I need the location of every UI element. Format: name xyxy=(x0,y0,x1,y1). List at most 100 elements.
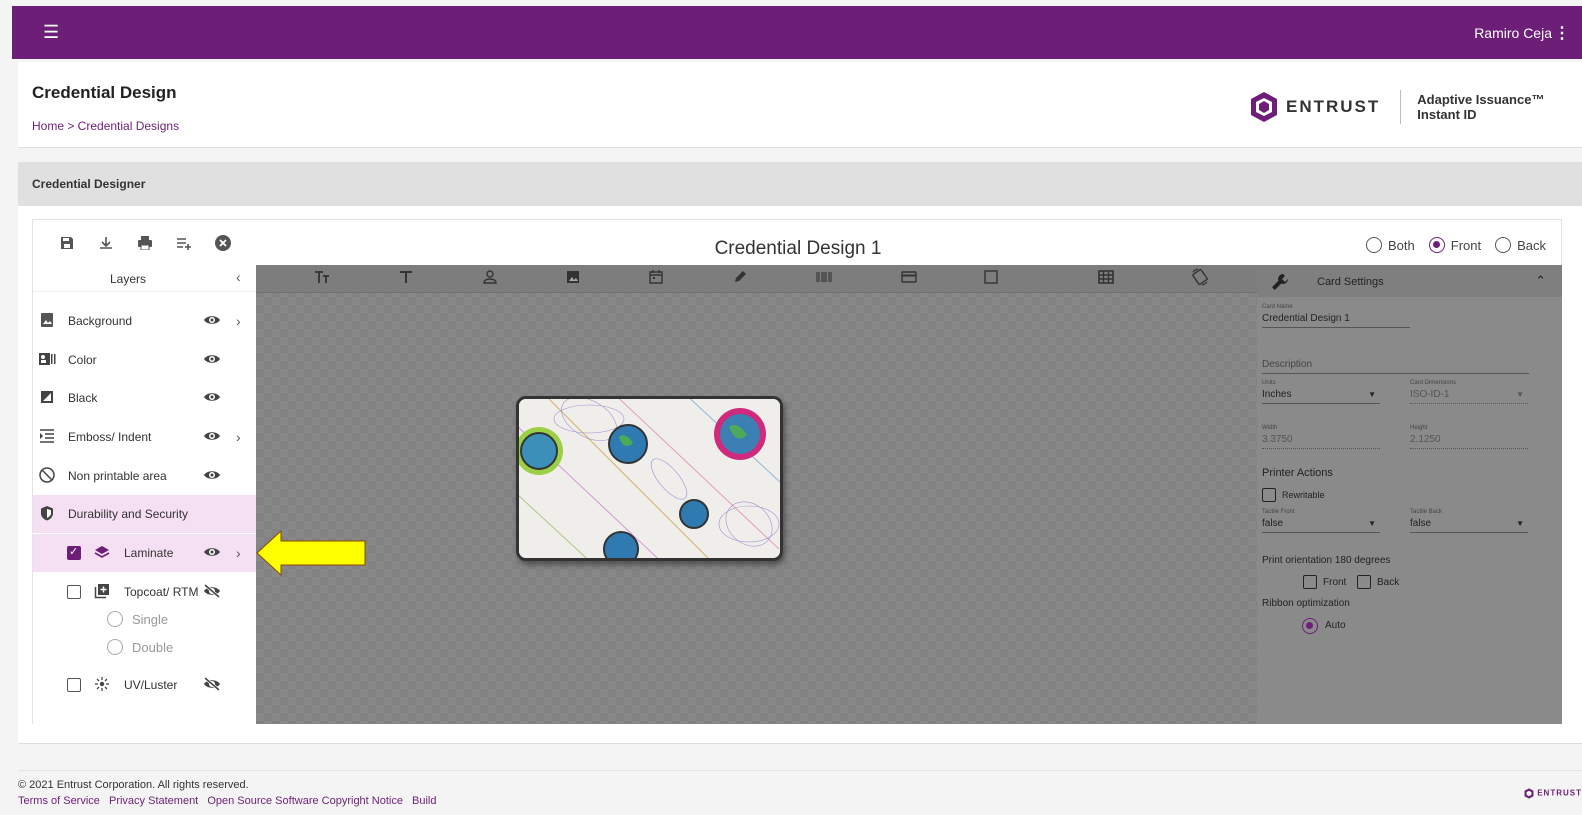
chevron-right-icon[interactable]: › xyxy=(236,313,241,329)
breadcrumb[interactable]: Home > Credential Designs xyxy=(32,119,179,133)
layer-label: Non printable area xyxy=(68,469,167,483)
rewritable-checkbox[interactable] xyxy=(1262,488,1276,502)
copyright-text: © 2021 Entrust Corporation. All rights r… xyxy=(18,779,249,791)
height-value: 2.1250 xyxy=(1410,431,1528,449)
more-options-icon[interactable]: ⋮ xyxy=(1554,23,1570,43)
wrench-icon xyxy=(1271,273,1289,294)
user-name[interactable]: Ramiro Ceja xyxy=(1474,25,1552,41)
hamburger-menu-icon[interactable]: ☰ xyxy=(43,22,63,43)
page-title: Credential Design xyxy=(32,83,177,102)
chevron-up-icon[interactable]: ⌃ xyxy=(1535,273,1546,289)
credential-designer: Credential Design 1 Both Front Back Laye… xyxy=(18,206,1582,744)
double-label: Double xyxy=(132,639,174,655)
tactile-front-value: false xyxy=(1262,518,1284,529)
card-name-field[interactable]: Card Name Credential Design 1 xyxy=(1262,304,1410,328)
layer-background[interactable]: Background › xyxy=(33,302,256,340)
layer-uv-luster[interactable]: UV/Luster xyxy=(33,666,256,704)
image-icon xyxy=(38,312,56,331)
layer-label: Emboss/ Indent xyxy=(68,430,152,444)
layer-non-printable-area[interactable]: Non printable area xyxy=(33,457,256,495)
eye-off-icon[interactable] xyxy=(203,676,221,694)
card-name-value[interactable]: Credential Design 1 xyxy=(1262,310,1410,328)
chevron-left-icon[interactable]: ‹ xyxy=(236,269,241,285)
person-icon[interactable] xyxy=(483,270,497,287)
eye-icon[interactable] xyxy=(203,545,221,561)
side-front-label[interactable]: Front xyxy=(1451,238,1481,253)
single-radio[interactable] xyxy=(107,611,123,627)
sparkle-icon xyxy=(93,676,111,695)
orient-front-label: Front xyxy=(1323,577,1347,588)
tactile-back-value: false xyxy=(1410,518,1432,529)
entrust-logo-icon xyxy=(1524,788,1534,799)
card-preview[interactable] xyxy=(516,396,783,561)
eye-icon[interactable] xyxy=(203,390,221,406)
layer-emboss-indent[interactable]: Emboss/ Indent › xyxy=(33,418,256,456)
orient-front-checkbox[interactable] xyxy=(1303,575,1317,589)
side-back-radio[interactable] xyxy=(1495,237,1512,253)
calendar-icon[interactable] xyxy=(649,270,663,287)
eye-icon[interactable] xyxy=(203,429,221,445)
rotate-card-icon[interactable] xyxy=(1190,268,1210,289)
uv-luster-checkbox[interactable] xyxy=(67,678,81,692)
ribbon-optimization-heading: Ribbon optimization xyxy=(1262,598,1350,609)
text-icon[interactable] xyxy=(399,270,413,287)
orient-back-checkbox[interactable] xyxy=(1357,575,1371,589)
product-line-1: Adaptive Issuance™ xyxy=(1417,92,1545,107)
side-both-radio[interactable] xyxy=(1366,237,1382,253)
footer-links: Terms of Service Privacy Statement Open … xyxy=(18,795,443,807)
tactile-back-select[interactable]: Tactile Back false ▼ xyxy=(1410,509,1528,533)
privacy-link[interactable]: Privacy Statement xyxy=(109,795,198,807)
design-canvas[interactable] xyxy=(256,265,1257,724)
laminate-checkbox[interactable] xyxy=(67,545,81,560)
shield-icon xyxy=(38,505,56,524)
tactile-front-value-wrap[interactable]: false ▼ xyxy=(1262,515,1380,533)
units-select[interactable]: Units Inches ▼ xyxy=(1262,380,1380,404)
layer-laminate[interactable]: Laminate › xyxy=(33,534,256,572)
build-link[interactable]: Build xyxy=(412,795,436,807)
chevron-right-icon[interactable]: › xyxy=(236,545,241,561)
app-bar: ☰ Ramiro Ceja ⋮ xyxy=(12,6,1582,59)
eye-off-icon[interactable] xyxy=(203,583,221,601)
block-icon xyxy=(38,466,56,486)
topcoat-checkbox[interactable] xyxy=(67,585,81,599)
units-value-wrap[interactable]: Inches ▼ xyxy=(1262,386,1380,404)
layer-label: Black xyxy=(68,391,98,405)
design-title: Credential Design 1 xyxy=(714,238,882,259)
rectangle-icon[interactable] xyxy=(984,270,998,287)
card-settings-header[interactable]: Card Settings ⌃ xyxy=(1257,265,1562,297)
grid-icon[interactable] xyxy=(1098,270,1114,287)
entrust-logo-icon xyxy=(1251,92,1277,122)
image-icon[interactable] xyxy=(566,270,580,287)
eye-icon[interactable] xyxy=(203,313,221,329)
magstripe-card-icon[interactable] xyxy=(901,270,917,286)
description-input[interactable]: Description xyxy=(1262,356,1529,374)
ribbon-auto-radio[interactable] xyxy=(1302,618,1318,634)
side-both-label[interactable]: Both xyxy=(1388,238,1415,253)
layers-panel: Layers ‹ Background › Color Black Emboss… xyxy=(33,265,256,724)
card-settings-panel: Card Settings ⌃ Card Name Credential Des… xyxy=(1257,265,1562,724)
side-back-label[interactable]: Back xyxy=(1517,238,1546,253)
chevron-right-icon[interactable]: › xyxy=(236,429,241,445)
tactile-back-value-wrap[interactable]: false ▼ xyxy=(1410,515,1528,533)
double-radio[interactable] xyxy=(107,639,123,655)
layer-durability-security[interactable]: Durability and Security xyxy=(33,495,256,533)
canvas-toolbar xyxy=(256,265,1257,293)
topcoat-option-double[interactable]: Double xyxy=(33,633,256,661)
width-value: 3.3750 xyxy=(1262,431,1380,449)
pencil-icon[interactable] xyxy=(733,270,747,287)
tactile-front-select[interactable]: Tactile Front false ▼ xyxy=(1262,509,1380,533)
brand-name: ENTRUST xyxy=(1286,97,1381,116)
topcoat-option-single[interactable]: Single xyxy=(33,605,256,633)
eye-icon[interactable] xyxy=(203,352,221,368)
contrast-image-icon xyxy=(38,390,56,407)
side-front-radio[interactable] xyxy=(1428,237,1445,253)
eye-icon[interactable] xyxy=(203,468,221,484)
terms-link[interactable]: Terms of Service xyxy=(18,795,100,807)
layer-color[interactable]: Color xyxy=(33,341,256,379)
rewritable-label: Rewritable xyxy=(1282,490,1325,500)
open-source-link[interactable]: Open Source Software Copyright Notice xyxy=(207,795,403,807)
barcode-icon[interactable] xyxy=(816,270,832,286)
layer-black[interactable]: Black xyxy=(33,379,256,417)
text-size-icon[interactable] xyxy=(314,270,330,287)
description-field[interactable]: Description xyxy=(1262,356,1529,374)
